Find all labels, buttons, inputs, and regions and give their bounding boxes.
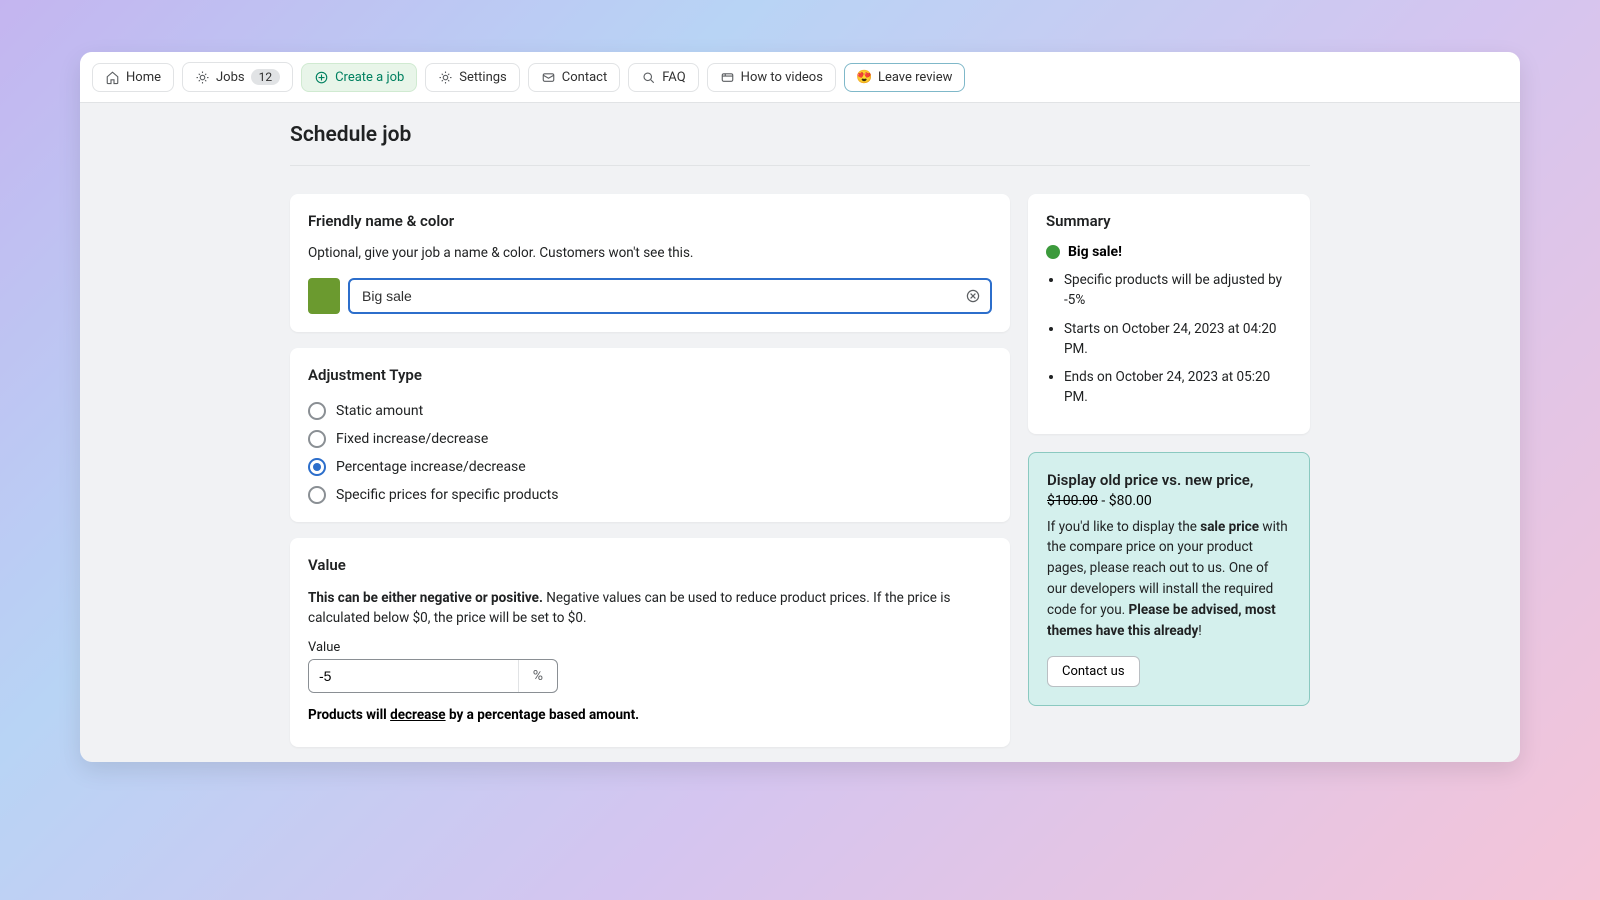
new-price: $80.00 [1109,493,1152,509]
radio-icon [308,486,326,504]
old-price: $100.00 [1047,493,1098,509]
nav-faq[interactable]: FAQ [628,63,698,92]
left-column: Friendly name & color Optional, give you… [290,194,1010,762]
radio-option[interactable]: Percentage increase/decrease [308,458,992,476]
info-body-3: ! [1198,623,1201,639]
radio-option[interactable]: Specific prices for specific products [308,486,992,504]
nav-home[interactable]: Home [92,63,174,92]
nav-create-job[interactable]: Create a job [301,63,417,92]
value-result: Products will decrease by a percentage b… [308,707,992,723]
summary-title: Summary [1046,212,1292,230]
columns: Friendly name & color Optional, give you… [290,194,1310,762]
value-title: Value [308,556,992,574]
value-input[interactable] [309,660,518,692]
value-desc-bold: This can be either negative or positive. [308,590,543,606]
info-title: Display old price vs. new price, [1047,471,1291,489]
divider [290,165,1310,166]
video-icon [720,70,735,85]
radio-list: Static amount Fixed increase/decrease Perc… [308,398,992,504]
radio-option[interactable]: Static amount [308,402,992,420]
info-body-bold1: sale price [1200,519,1259,535]
mail-icon [541,70,556,85]
right-column: Summary Big sale! Specific products will… [1028,194,1310,706]
nav-settings-label: Settings [459,70,506,85]
info-body-1: If you'd like to display the [1047,519,1200,535]
content: Schedule job Friendly name & color Optio… [80,103,1520,762]
friendly-name-card: Friendly name & color Optional, give you… [290,194,1010,332]
radio-icon [308,430,326,448]
page-title: Schedule job [290,123,1310,147]
value-input-wrap: % [308,659,558,693]
job-name-input[interactable] [350,280,990,312]
settings-icon [438,70,453,85]
radio-icon [308,458,326,476]
nav-videos[interactable]: How to videos [707,63,836,92]
summary-head: Big sale! [1046,244,1292,260]
clear-input-icon[interactable] [964,287,982,305]
nav-contact[interactable]: Contact [528,63,620,92]
info-card: Display old price vs. new price, $100.00… [1028,452,1310,707]
radio-icon [308,402,326,420]
nav-jobs-label: Jobs [216,70,245,85]
price-sep: - [1098,493,1109,509]
nav-jobs[interactable]: Jobs 12 [182,62,293,92]
radio-label: Fixed increase/decrease [336,431,488,447]
friendly-title: Friendly name & color [308,212,992,230]
value-result-word: decrease [390,707,445,723]
radio-label: Percentage increase/decrease [336,459,526,475]
contact-us-button[interactable]: Contact us [1047,656,1140,687]
job-name-input-wrap [348,278,992,314]
radio-label: Specific prices for specific products [336,487,558,503]
radio-label: Static amount [336,403,423,419]
value-desc: This can be either negative or positive.… [308,588,992,629]
adjustment-title: Adjustment Type [308,366,992,384]
name-row [308,278,992,314]
nav-contact-label: Contact [562,70,607,85]
value-label: Value [308,640,992,655]
nav-faq-label: FAQ [662,70,685,85]
radio-option[interactable]: Fixed increase/decrease [308,430,992,448]
nav-videos-label: How to videos [741,70,823,85]
nav-review-label: Leave review [878,70,952,85]
app-window: Home Jobs 12 Create a job Settings Conta… [80,52,1520,762]
value-result-suffix: by a percentage based amount. [446,707,640,723]
friendly-desc: Optional, give your job a name & color. … [308,244,992,264]
price-line: $100.00 - $80.00 [1047,493,1291,509]
summary-list: Specific products will be adjusted by -5… [1046,270,1292,408]
jobs-count-badge: 12 [251,69,281,85]
adjustment-card: Adjustment Type Static amount Fixed incre… [290,348,1010,522]
summary-item: Starts on October 24, 2023 at 04:20 PM. [1064,319,1292,360]
plus-circle-icon [314,70,329,85]
value-card: Value This can be either negative or pos… [290,538,1010,748]
summary-color-dot [1046,245,1060,259]
navbar: Home Jobs 12 Create a job Settings Conta… [80,52,1520,103]
info-body: If you'd like to display the sale price … [1047,517,1291,643]
value-result-prefix: Products will [308,707,390,723]
heart-eyes-icon: 😍 [857,70,872,85]
gear-icon [195,70,210,85]
summary-item: Ends on October 24, 2023 at 05:20 PM. [1064,367,1292,408]
color-picker[interactable] [308,278,340,314]
search-icon [641,70,656,85]
summary-job-name: Big sale! [1068,244,1122,260]
nav-settings[interactable]: Settings [425,63,519,92]
value-suffix: % [518,660,557,692]
home-icon [105,70,120,85]
nav-home-label: Home [126,70,161,85]
nav-create-label: Create a job [335,70,404,85]
summary-card: Summary Big sale! Specific products will… [1028,194,1310,434]
nav-review[interactable]: 😍 Leave review [844,63,965,92]
summary-item: Specific products will be adjusted by -5… [1064,270,1292,311]
